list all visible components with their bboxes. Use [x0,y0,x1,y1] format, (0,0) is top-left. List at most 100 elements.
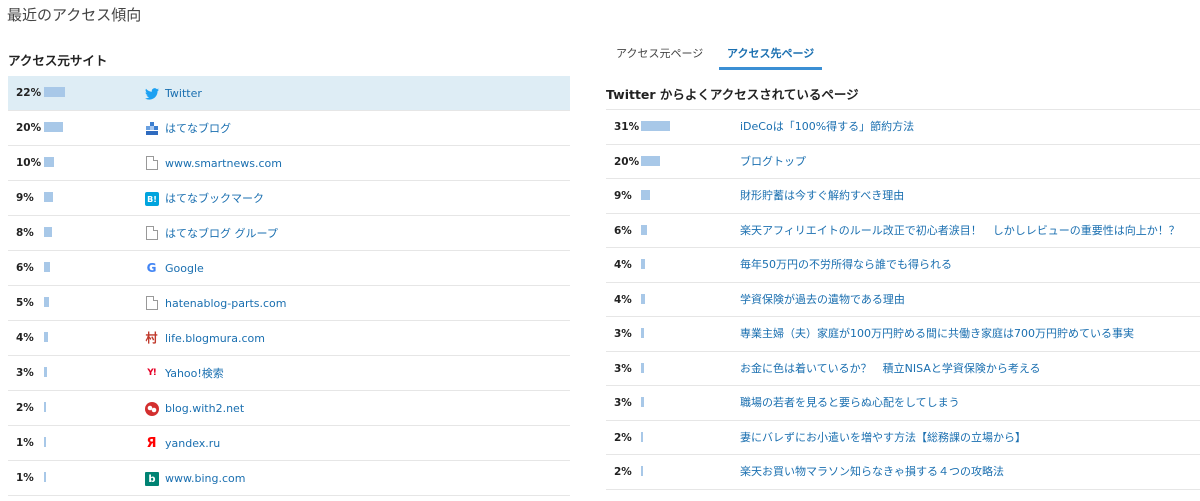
percentage-bar [641,224,647,235]
table-row[interactable]: 3% 専業主婦（夫）家庭が100万円貯める間に共働き家庭は700万円貯めている事… [606,317,1200,352]
site-link[interactable]: Google [165,251,204,286]
percentage-label: 6% [16,262,34,274]
table-row[interactable]: 20% はてなブログ [8,111,570,146]
percentage-label: 20% [614,155,640,168]
page-title: 最近のアクセス傾向 [7,6,142,24]
tab-destination-pages[interactable]: アクセス先ページ [719,42,823,70]
percentage-label: 2% [614,431,632,444]
site-link[interactable]: hatenablog-parts.com [165,286,287,321]
table-row[interactable]: 8% はてなブログ グループ [8,216,570,251]
percentage-label: 2% [614,466,632,478]
file-icon [146,296,158,310]
site-link[interactable]: life.blogmura.com [165,321,265,356]
table-row[interactable]: 22% Twitter [8,76,570,111]
site-link[interactable]: はてなブログ グループ [165,216,278,251]
table-row[interactable]: 31% iDeCoは「100%得する」節約方法 [606,110,1200,145]
percentage-bar [641,328,644,338]
site-link[interactable]: Twitter [165,76,202,111]
bing-icon: b [145,472,159,486]
referrer-sites-heading: アクセス元サイト [8,53,108,68]
percentage-bar [641,121,670,131]
table-row[interactable]: 2% 楽天お買い物マラソン知らなきゃ損する４つの攻略法 [606,455,1200,490]
percentage-bar [44,227,52,237]
with2-icon [144,401,159,416]
page-link[interactable]: 職場の若者を見ると要らぬ心配をしてしまう [740,386,960,420]
page-link[interactable]: お金に色は着いているか？ 積立NISAと学資保険から考える [740,352,1041,386]
table-row[interactable]: 2% 妻にバレずにお小遣いを増やす方法【総務課の立場から】 [606,421,1200,455]
site-link[interactable]: Yahoo!検索 [165,356,224,391]
file-icon [146,226,158,240]
table-row[interactable]: 10% www.smartnews.com [8,146,570,181]
blogmura-icon: 村 [145,331,158,345]
percentage-label: 6% [614,224,632,237]
table-row[interactable]: 3% お金に色は着いているか？ 積立NISAと学資保険から考える [606,352,1200,386]
page-link[interactable]: 専業主婦（夫）家庭が100万円貯める間に共働き家庭は700万円貯めている事実 [740,317,1134,351]
twitter-icon [144,86,159,101]
percentage-label: 4% [614,259,632,271]
page-link[interactable]: 妻にバレずにお小遣いを増やす方法【総務課の立場から】 [740,421,1026,455]
table-row[interactable]: 2% blog.with2.net [8,391,570,426]
table-row[interactable]: 20% ブログトップ [606,145,1200,179]
table-row[interactable]: 4% 毎年50万円の不労所得なら誰でも得られる [606,248,1200,283]
percentage-label: 3% [614,397,632,409]
percentage-bar [44,472,46,482]
destination-pages-table: 31% iDeCoは「100%得する」節約方法 20% ブログトップ 9% 財形… [606,109,1200,490]
site-link[interactable]: www.bing.com [165,461,245,496]
percentage-bar [641,293,645,304]
table-row[interactable]: 3% 職場の若者を見ると要らぬ心配をしてしまう [606,386,1200,421]
referrer-sites-table: 22% Twitter 20% はてなブログ 10% www.smartnews… [8,76,570,496]
site-link[interactable]: www.smartnews.com [165,146,282,181]
percentage-label: 9% [614,190,632,202]
yandex-icon: Я [146,436,157,451]
percentage-label: 10% [16,157,42,169]
percentage-bar [44,87,65,97]
percentage-bar [44,297,49,307]
percentage-bar [44,157,54,167]
percentage-label: 8% [16,227,34,239]
page-link[interactable]: 楽天アフィリエイトのルール改正で初心者涙目！ しかしレビューの重要性は向上か！？ [740,214,1180,248]
percentage-bar [44,367,47,377]
percentage-label: 2% [16,402,34,414]
percentage-bar [641,362,644,373]
google-icon: G [146,261,157,275]
table-row[interactable]: 1% Я yandex.ru [8,426,570,461]
table-row[interactable]: 5% hatenablog-parts.com [8,286,570,321]
hatena-bookmark-icon: B! [145,192,159,206]
percentage-bar [641,155,660,166]
page-link[interactable]: 学資保険が過去の遺物である理由 [740,283,905,317]
table-row[interactable]: 9% 財形貯蓄は今すぐ解約すべき理由 [606,179,1200,214]
table-row[interactable]: 4% 学資保険が過去の遺物である理由 [606,283,1200,317]
table-row[interactable]: 3% Y! Yahoo!検索 [8,356,570,391]
table-row[interactable]: 1% b www.bing.com [8,461,570,496]
page-link[interactable]: 毎年50万円の不労所得なら誰でも得られる [740,248,952,282]
page-link[interactable]: iDeCoは「100%得する」節約方法 [740,110,914,144]
percentage-label: 1% [16,472,34,484]
table-row[interactable]: 6% G Google [8,251,570,286]
site-link[interactable]: blog.with2.net [165,391,244,426]
page-link[interactable]: 楽天お買い物マラソン知らなきゃ損する４つの攻略法 [740,455,1004,489]
percentage-label: 3% [614,362,632,375]
percentage-bar [44,402,46,412]
percentage-label: 5% [16,297,34,309]
destination-pages-heading: Twitter からよくアクセスされているページ [606,87,859,102]
site-link[interactable]: はてなブログ [165,111,231,146]
site-link[interactable]: はてなブックマーク [165,181,264,216]
table-row[interactable]: 4% 村 life.blogmura.com [8,321,570,356]
percentage-label: 3% [614,328,632,340]
page-link[interactable]: 財形貯蓄は今すぐ解約すべき理由 [740,179,904,213]
percentage-bar [44,192,53,202]
table-row[interactable]: 6% 楽天アフィリエイトのルール改正で初心者涙目！ しかしレビューの重要性は向上… [606,214,1200,248]
page-tabs: アクセス元ページ アクセス先ページ [606,42,1200,70]
percentage-bar [641,431,643,442]
table-row[interactable]: 9% B! はてなブックマーク [8,181,570,216]
percentage-label: 1% [16,437,34,449]
tab-source-pages[interactable]: アクセス元ページ [616,42,703,70]
page-link[interactable]: ブログトップ [740,145,806,179]
percentage-label: 22% [16,87,42,99]
site-link[interactable]: yandex.ru [165,426,220,461]
percentage-label: 20% [16,122,42,134]
percentage-bar [44,332,48,342]
percentage-bar [641,397,644,407]
percentage-label: 4% [16,332,34,344]
percentage-bar [44,122,63,132]
